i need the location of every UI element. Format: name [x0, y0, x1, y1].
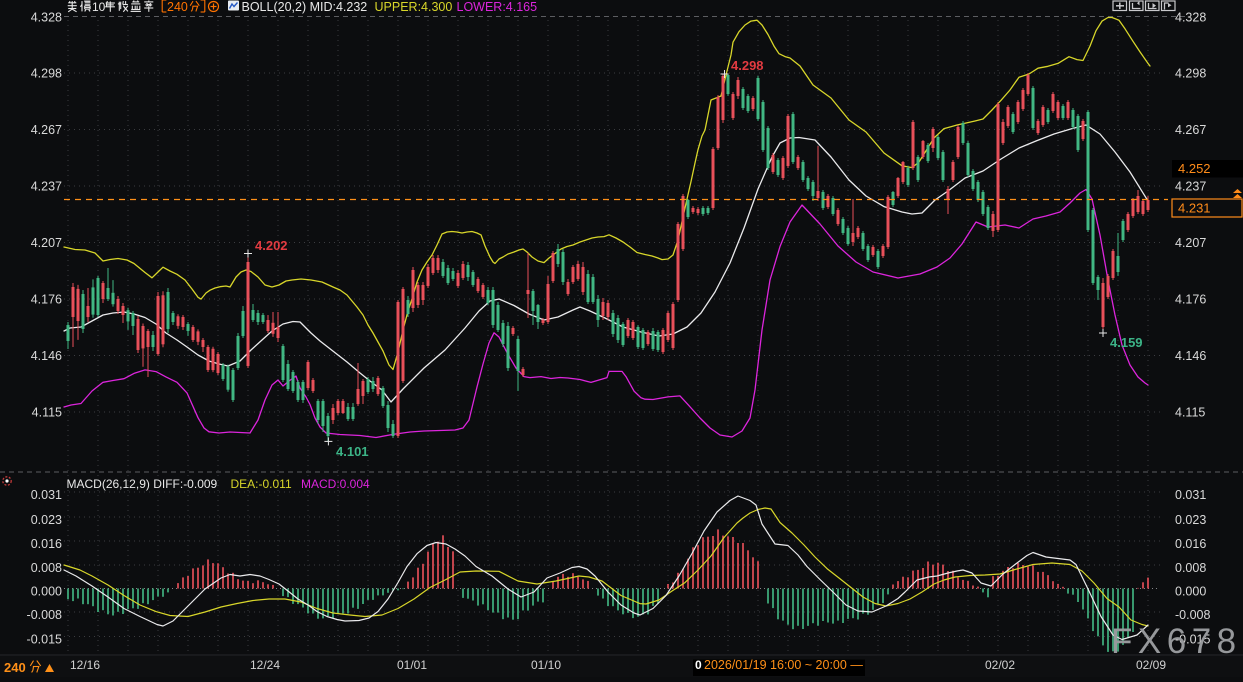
svg-text:2026/01/19 16:00 ~ 20:00 —: 2026/01/19 16:00 ~ 20:00 — [704, 658, 863, 672]
svg-text:MACD:0.004: MACD:0.004 [301, 477, 370, 491]
svg-text:02/09: 02/09 [1136, 658, 1166, 672]
svg-text:4.207: 4.207 [1175, 236, 1206, 250]
svg-text:12/24: 12/24 [250, 658, 280, 672]
svg-text:4.267: 4.267 [31, 123, 62, 137]
svg-text:DEA:-0.011: DEA:-0.011 [231, 477, 292, 491]
svg-text:0.031: 0.031 [1175, 488, 1206, 502]
svg-text:4.176: 4.176 [1175, 293, 1206, 307]
svg-text:4.298: 4.298 [1175, 67, 1206, 81]
svg-text:10: 10 [92, 0, 106, 14]
svg-text:0.000: 0.000 [31, 585, 62, 599]
svg-text:0: 0 [695, 658, 702, 672]
svg-text:02/02: 02/02 [985, 658, 1015, 672]
svg-text:0.023: 0.023 [31, 513, 62, 527]
svg-text:4.146: 4.146 [31, 349, 62, 363]
svg-text:0.023: 0.023 [1175, 513, 1206, 527]
svg-text:4.202: 4.202 [255, 238, 288, 253]
svg-text:0.016: 0.016 [1175, 537, 1206, 551]
svg-text:4.159: 4.159 [1110, 335, 1143, 350]
svg-text:4.328: 4.328 [1175, 11, 1206, 25]
svg-text:0.008: 0.008 [31, 561, 62, 575]
svg-text:UPPER:4.300: UPPER:4.300 [375, 0, 453, 14]
svg-text:01/01: 01/01 [397, 658, 427, 672]
svg-text:4.267: 4.267 [1175, 123, 1206, 137]
svg-text:4.231: 4.231 [1178, 201, 1211, 216]
svg-text:BOLL(20,2) MID:4.232: BOLL(20,2) MID:4.232 [242, 0, 368, 14]
svg-text:4.176: 4.176 [31, 293, 62, 307]
svg-text:4.298: 4.298 [31, 67, 62, 81]
svg-text:-0.015: -0.015 [27, 633, 62, 647]
svg-text:-0.008: -0.008 [27, 608, 62, 622]
svg-text:4.101: 4.101 [336, 444, 369, 459]
svg-text:4.252: 4.252 [1178, 161, 1211, 176]
svg-text:FX678: FX678 [1111, 622, 1242, 661]
svg-text:0.016: 0.016 [31, 537, 62, 551]
svg-text:LOWER:4.165: LOWER:4.165 [457, 0, 538, 14]
svg-text:4.115: 4.115 [32, 406, 62, 420]
svg-text:0.031: 0.031 [31, 488, 62, 502]
svg-text:01/10: 01/10 [531, 658, 561, 672]
svg-text:240: 240 [4, 660, 26, 675]
svg-text:4.237: 4.237 [31, 180, 62, 194]
svg-text:4.115: 4.115 [1175, 406, 1205, 420]
svg-text:4.298: 4.298 [731, 58, 764, 73]
svg-text:4.328: 4.328 [31, 11, 62, 25]
svg-text:4.207: 4.207 [31, 236, 62, 250]
svg-text:-0.008: -0.008 [1175, 608, 1210, 622]
svg-text:MACD(26,12,9) DIFF:-0.009: MACD(26,12,9) DIFF:-0.009 [67, 477, 218, 491]
svg-text:4.146: 4.146 [1175, 349, 1206, 363]
svg-text:0.008: 0.008 [1175, 561, 1206, 575]
svg-text:12/16: 12/16 [70, 658, 100, 672]
svg-text:240: 240 [167, 0, 188, 14]
svg-text:0.000: 0.000 [1175, 585, 1206, 599]
svg-text:4.237: 4.237 [1175, 180, 1206, 194]
